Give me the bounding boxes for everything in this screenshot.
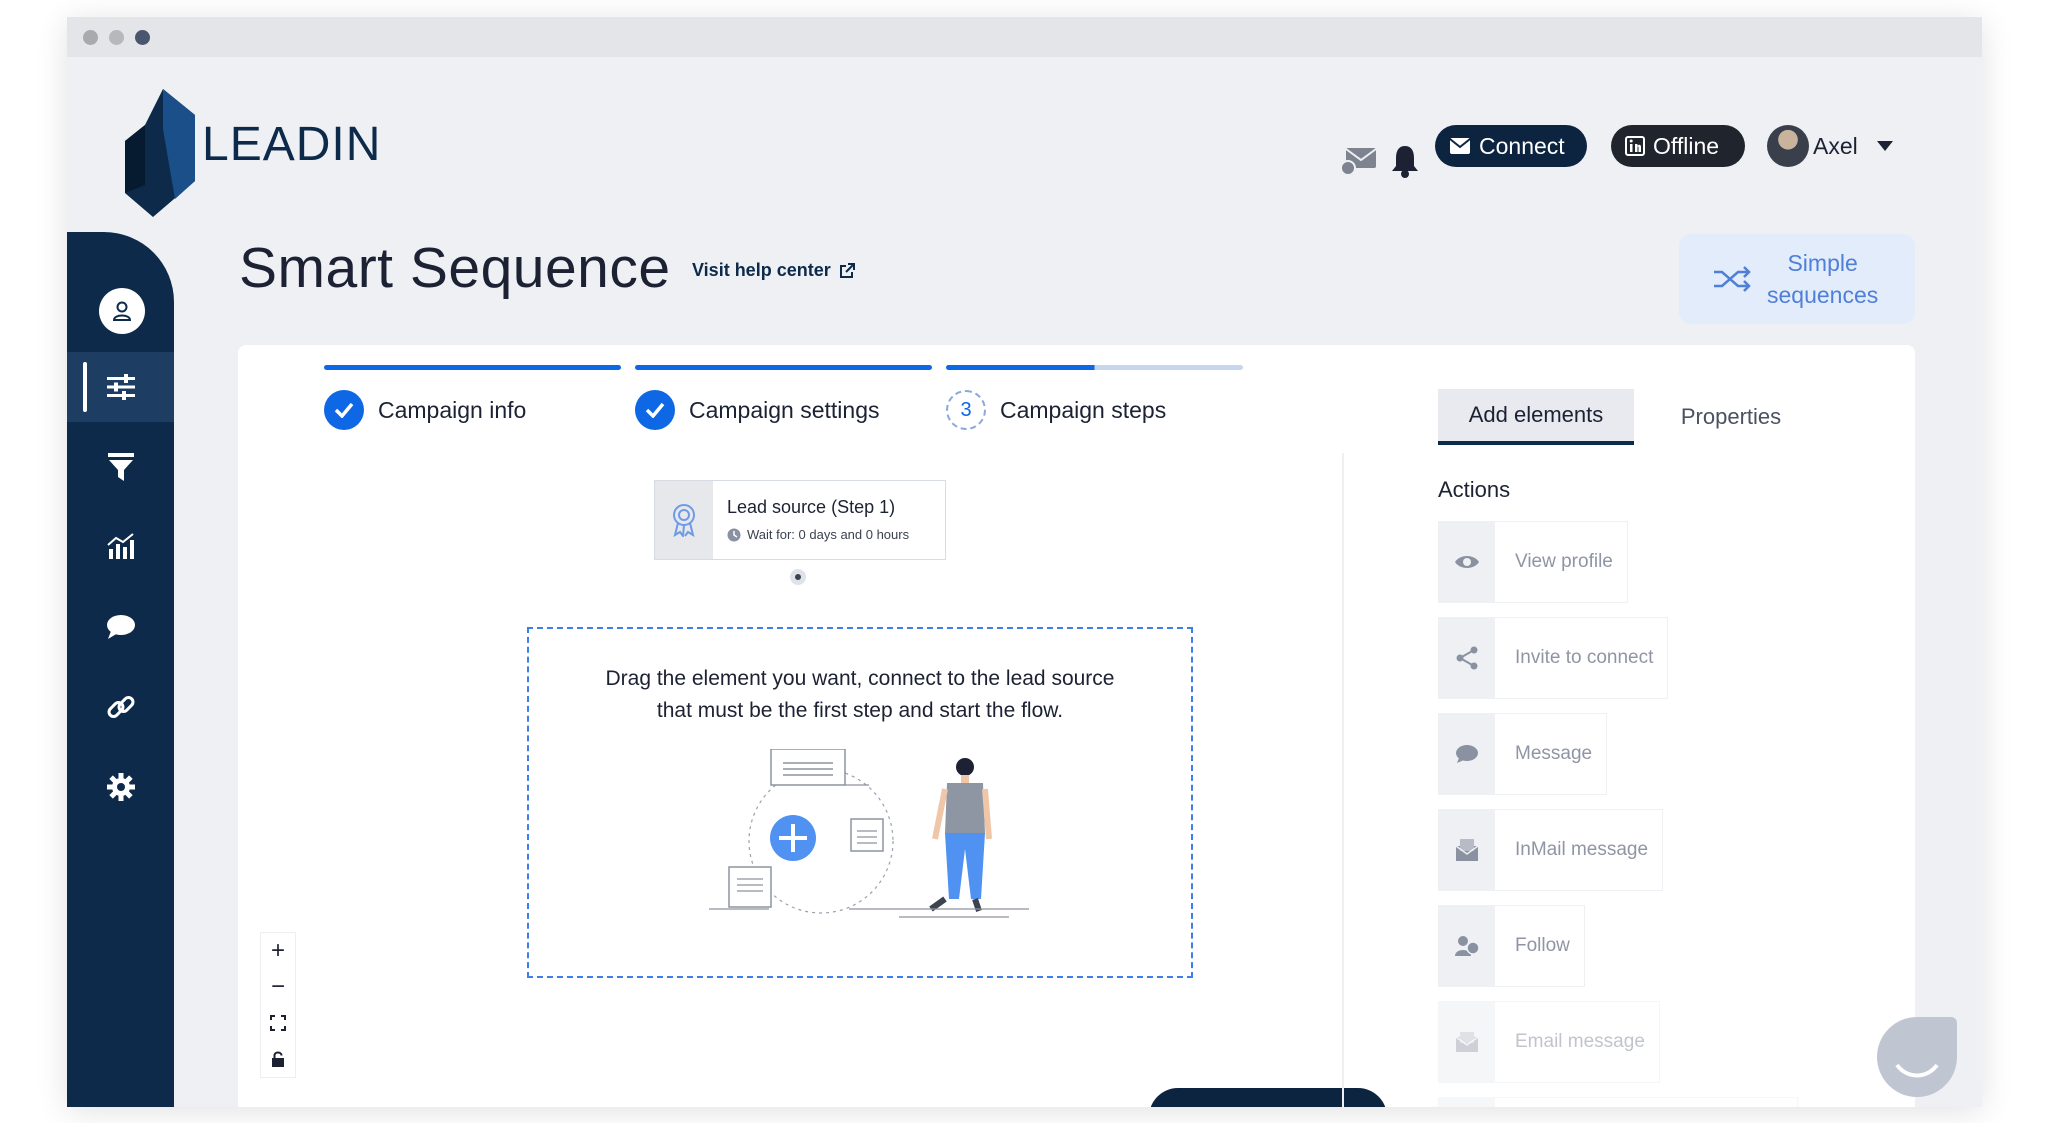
share-icon [1439, 618, 1495, 698]
simple-sequences-line1: Simple [1787, 250, 1858, 276]
lead-wait-text: Wait for: 0 days and 0 hours [747, 527, 910, 542]
action-label: View profile [1515, 551, 1613, 572]
sidebar-item-settings[interactable] [67, 752, 174, 822]
sidebar-item-sequences[interactable] [67, 352, 174, 422]
zoom-controls: + − [260, 932, 296, 1078]
bar-chart-icon [106, 533, 134, 559]
eye-icon [1439, 522, 1495, 602]
external-link-icon [839, 262, 855, 278]
logo-text: LEADIN [202, 118, 382, 171]
offline-status-button[interactable]: Offline [1611, 125, 1745, 167]
step-progress-bar-2 [635, 365, 932, 370]
simple-sequences-button[interactable]: Simple sequences [1679, 234, 1915, 324]
connect-label: Connect [1479, 132, 1565, 159]
action-view-profile[interactable]: View profile [1438, 521, 1628, 603]
placeholder-icon [1439, 1098, 1495, 1107]
support-chat-button[interactable] [1877, 1017, 1957, 1097]
window-minimize-dot[interactable] [109, 30, 124, 45]
sidebar-item-messages[interactable] [67, 592, 174, 662]
zoom-out-button[interactable]: − [261, 969, 295, 1005]
window-close-dot[interactable] [83, 30, 98, 45]
funnel-icon [107, 453, 134, 481]
sidebar-item-stats[interactable] [67, 512, 174, 582]
lead-source-title: Lead source (Step 1) [727, 497, 896, 517]
lead-wait-row: Wait for: 0 days and 0 hours [727, 527, 909, 542]
lock-button[interactable] [261, 1041, 295, 1077]
empty-state-illustration [709, 749, 1029, 918]
user-avatar[interactable] [1767, 125, 1809, 167]
tab-add-elements[interactable]: Add elements [1438, 389, 1634, 445]
fit-view-button[interactable] [261, 1005, 295, 1041]
actions-heading: Actions [1438, 477, 1511, 502]
sidebar-item-funnel[interactable] [67, 432, 174, 502]
action-label: Email message [1515, 1031, 1645, 1052]
envelope-icon [1449, 138, 1471, 154]
page-title: Smart Sequence [239, 236, 671, 300]
link-icon [107, 696, 134, 718]
chat-bubble-icon [106, 615, 135, 639]
step-campaign-steps[interactable]: 3 Campaign steps [946, 390, 1166, 430]
action-message[interactable]: Message [1438, 713, 1608, 795]
help-link-label: Visit help center [692, 260, 831, 280]
tab-properties[interactable]: Properties [1656, 389, 1806, 445]
message-icon [1439, 714, 1495, 794]
fit-view-icon [270, 1015, 286, 1031]
action-label: InMail message [1515, 839, 1649, 860]
panel-divider [1342, 453, 1344, 1107]
browser-window: LEADIN Connect Offline Axel Smart Sequen… [67, 17, 1982, 1107]
email-icon [1439, 1002, 1495, 1082]
user-icon[interactable] [99, 288, 145, 334]
step-number: 3 [946, 390, 986, 430]
step-campaign-settings[interactable]: Campaign settings [635, 390, 880, 430]
linkedin-icon [1625, 136, 1645, 156]
drop-zone[interactable]: Drag the element you want, connect to th… [527, 627, 1193, 978]
drop-instructions-line2: that must be the first step and start th… [656, 699, 1064, 722]
sidebar [67, 232, 174, 1107]
user-name[interactable]: Axel [1813, 133, 1858, 160]
action-invite-to-connect[interactable]: Invite to connect [1438, 617, 1669, 699]
main-card: Campaign info Campaign settings 3 Campai… [238, 345, 1915, 1107]
step-label: Campaign settings [689, 396, 880, 423]
step-progress-bar-3 [946, 365, 1243, 370]
clock-icon [727, 528, 741, 541]
action-label: Invite to connect [1515, 647, 1654, 668]
check-icon [324, 390, 364, 430]
start-campaign-button[interactable]: Start campaign [1149, 1088, 1387, 1107]
help-center-link[interactable]: Visit help center [692, 260, 855, 281]
sliders-icon [106, 374, 135, 400]
action-follow[interactable]: Follow [1438, 905, 1585, 987]
action-label: Follow [1515, 935, 1570, 956]
bell-icon[interactable] [1385, 141, 1425, 181]
action-inmail-message[interactable]: InMail message [1438, 809, 1664, 891]
check-icon [635, 390, 675, 430]
lead-source-node[interactable]: Lead source (Step 1) Wait for: 0 days an… [654, 480, 946, 560]
lock-icon [272, 1051, 284, 1067]
chevron-down-icon[interactable] [1877, 141, 1893, 151]
shuffle-icon [1714, 266, 1751, 292]
step-label: Campaign steps [1000, 396, 1167, 423]
window-maximize-dot[interactable] [135, 30, 150, 45]
gear-icon [106, 773, 135, 801]
follow-icon [1439, 906, 1495, 986]
step-label: Campaign info [378, 396, 527, 423]
drop-instructions: Drag the element you want, connect to th… [529, 663, 1191, 727]
action-more[interactable] [1438, 1097, 1798, 1107]
step-campaign-info[interactable]: Campaign info [324, 390, 526, 430]
drop-instructions-line1: Drag the element you want, connect to th… [605, 667, 1115, 690]
title-bar [67, 17, 1982, 57]
zoom-in-button[interactable]: + [261, 933, 295, 969]
connector-handle[interactable] [790, 569, 806, 585]
simple-sequences-line2: sequences [1767, 282, 1879, 308]
envelope-stack-icon[interactable] [1339, 141, 1379, 181]
action-email-message[interactable]: Email message [1438, 1001, 1660, 1083]
step-progress-bar-1 [324, 365, 621, 370]
leadin-logo-icon [125, 89, 195, 217]
connect-button[interactable]: Connect [1435, 125, 1587, 167]
offline-label: Offline [1653, 132, 1720, 159]
inmail-icon [1439, 810, 1495, 890]
action-label: Message [1515, 743, 1593, 764]
award-icon [655, 481, 713, 559]
smile-icon [1895, 1063, 1939, 1078]
sidebar-item-links[interactable] [67, 672, 174, 742]
